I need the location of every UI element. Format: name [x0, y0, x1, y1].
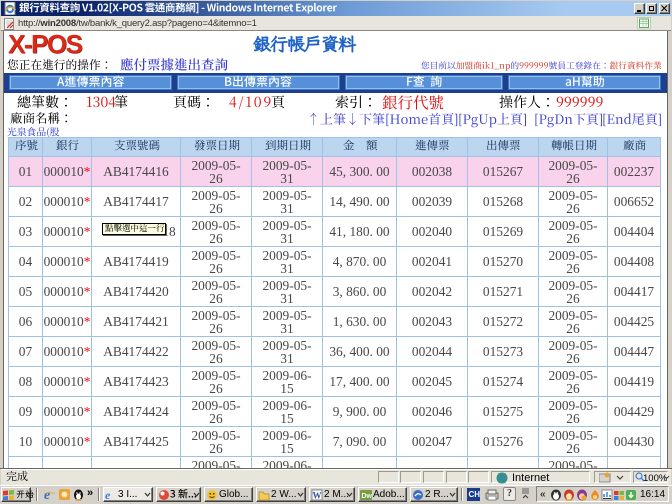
svg-text:e: e	[44, 488, 50, 501]
svg-text:W: W	[313, 491, 322, 501]
svg-text:Dw: Dw	[362, 493, 373, 500]
svg-text:e: e	[105, 489, 111, 501]
